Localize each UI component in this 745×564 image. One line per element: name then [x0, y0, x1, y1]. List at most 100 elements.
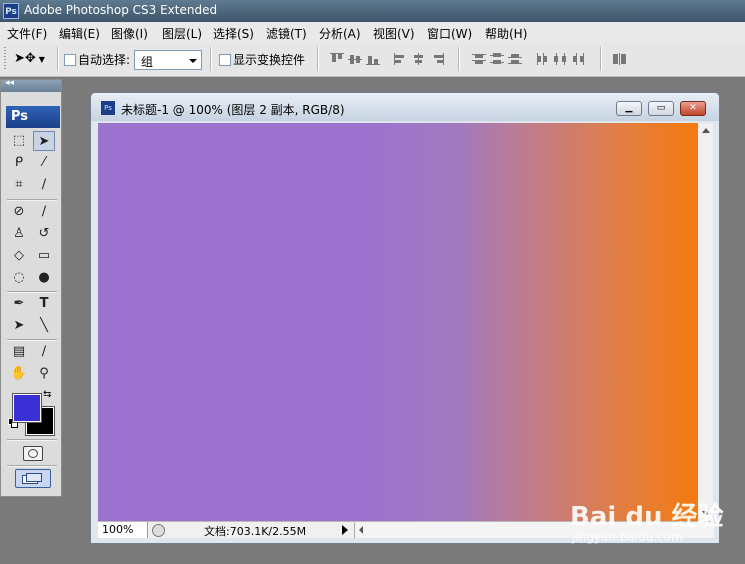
align-top-edges-icon[interactable]	[330, 53, 344, 65]
dodge-tool-icon[interactable]: ●	[33, 268, 55, 288]
clone-stamp-tool-icon[interactable]: ♙	[8, 224, 30, 244]
auto-align-layers-icon[interactable]	[612, 53, 626, 65]
tools-panel-header[interactable]: ◂◂	[1, 78, 61, 92]
menu-select[interactable]: 选择(S)	[213, 25, 254, 42]
close-icon: ✕	[689, 103, 697, 113]
zoom-level-field[interactable]: 100%	[98, 522, 148, 538]
align-bottom-edges-icon[interactable]	[366, 53, 380, 65]
menu-analysis[interactable]: 分析(A)	[319, 25, 361, 42]
distribute-vertical-centers-icon[interactable]	[490, 53, 504, 65]
scroll-up-icon[interactable]	[702, 128, 710, 133]
auto-select-value: 组	[141, 55, 154, 69]
healing-brush-tool-icon[interactable]: ⊘	[8, 202, 30, 222]
show-transform-label: 显示变换控件	[233, 53, 306, 67]
menu-window[interactable]: 窗口(W)	[427, 25, 472, 42]
show-transform-checkbox[interactable]	[219, 54, 231, 66]
align-left-edges-icon[interactable]	[394, 53, 408, 65]
tool-divider	[7, 199, 57, 201]
minimize-button[interactable]: ▁	[616, 101, 642, 116]
gradient-tool-icon[interactable]: ▭	[33, 246, 55, 266]
tool-preset-picker[interactable]: ➤✥ ▼	[14, 49, 52, 69]
menu-bar: 文件(F) 编辑(E) 图像(I) 图层(L) 选择(S) 滤镜(T) 分析(A…	[0, 22, 745, 43]
tool-divider	[7, 439, 57, 441]
align-right-edges-icon[interactable]	[430, 53, 444, 65]
status-info-icon[interactable]	[152, 524, 165, 537]
maximize-icon: ▭	[656, 103, 666, 113]
separator	[57, 47, 59, 71]
history-brush-tool-icon[interactable]: ↺	[33, 224, 55, 244]
separator	[210, 47, 212, 71]
path-selection-tool-icon[interactable]: ➤	[8, 316, 30, 336]
app-title-bar: Ps Adobe Photoshop CS3 Extended	[0, 0, 745, 22]
document-title-bar[interactable]: Ps 未标题-1 @ 100% (图层 2 副本, RGB/8) ▁ ▭ ✕	[91, 93, 719, 121]
menu-image[interactable]: 图像(I)	[111, 25, 148, 42]
separator	[458, 47, 460, 71]
watermark-brand: Bai du 经验	[570, 502, 724, 532]
brush-tool-icon[interactable]: ∕	[33, 202, 55, 222]
menu-layer[interactable]: 图层(L)	[162, 25, 202, 42]
crop-tool-icon[interactable]: ⌗	[8, 175, 30, 195]
align-vertical-centers-icon[interactable]	[348, 53, 362, 65]
pen-tool-icon[interactable]: ✒	[8, 294, 30, 314]
options-bar-grip[interactable]	[4, 47, 6, 71]
auto-select-checkbox[interactable]	[64, 54, 76, 66]
document-title: 未标题-1 @ 100% (图层 2 副本, RGB/8)	[121, 103, 345, 117]
menu-filter[interactable]: 滤镜(T)	[266, 25, 307, 42]
photoshop-app-icon[interactable]: Ps	[3, 3, 19, 19]
vertical-scrollbar[interactable]	[698, 123, 713, 521]
document-icon: Ps	[101, 101, 115, 115]
tool-divider	[7, 291, 57, 293]
separator	[600, 47, 602, 71]
separator	[317, 47, 319, 71]
distribute-bottom-edges-icon[interactable]	[508, 53, 522, 65]
type-tool-icon[interactable]: T	[33, 294, 55, 314]
tools-panel: ◂◂ Ps ⬚ ➤ ᑭ ⁄ ⌗ ∕ ⊘ ∕ ♙ ↺ ◇ ▭ ◌ ● ✒ T ➤ …	[0, 78, 62, 497]
magic-wand-tool-icon[interactable]: ⁄	[33, 153, 55, 173]
watermark-site: jingyan.baidu.com	[572, 530, 683, 544]
eyedropper-tool-icon[interactable]: ∕	[33, 342, 55, 362]
menu-file[interactable]: 文件(F)	[7, 25, 47, 42]
image-canvas[interactable]	[98, 123, 698, 521]
document-window: Ps 未标题-1 @ 100% (图层 2 副本, RGB/8) ▁ ▭ ✕ 1…	[90, 92, 720, 544]
marquee-tool-icon[interactable]: ⬚	[8, 131, 30, 151]
options-bar: ➤✥ ▼ 自动选择: 组 显示变换控件	[0, 42, 745, 77]
photoshop-logo[interactable]: Ps	[6, 106, 60, 128]
auto-select-label: 自动选择:	[78, 53, 131, 67]
quick-mask-icon[interactable]	[23, 446, 43, 461]
move-tool-icon[interactable]: ➤	[33, 131, 55, 151]
distribute-horizontal-centers-icon[interactable]	[554, 53, 568, 65]
menu-edit[interactable]: 编辑(E)	[59, 25, 100, 42]
swap-colors-icon[interactable]: ⇆	[43, 389, 51, 400]
maximize-button[interactable]: ▭	[648, 101, 674, 116]
notes-tool-icon[interactable]: ▤	[8, 342, 30, 362]
zoom-tool-icon[interactable]: ⚲	[33, 364, 55, 384]
status-menu-arrow-icon[interactable]	[342, 525, 348, 535]
distribute-top-edges-icon[interactable]	[472, 53, 486, 65]
line-tool-icon[interactable]: ╲	[33, 316, 55, 336]
lasso-tool-icon[interactable]: ᑭ	[8, 153, 30, 173]
dropdown-arrow-icon	[189, 59, 197, 63]
tool-divider	[7, 339, 57, 341]
blur-tool-icon[interactable]: ◌	[8, 268, 30, 288]
chevron-down-icon: ▼	[38, 55, 45, 64]
distribute-right-edges-icon[interactable]	[572, 53, 586, 65]
collapse-icon[interactable]: ◂◂	[5, 78, 14, 88]
close-button[interactable]: ✕	[680, 101, 706, 116]
hand-tool-icon[interactable]: ✋	[8, 364, 30, 384]
document-size-info: 文档:703.1K/2.55M	[204, 525, 307, 538]
auto-select-dropdown[interactable]: 组	[134, 50, 202, 70]
menu-view[interactable]: 视图(V)	[373, 25, 415, 42]
scroll-left-icon[interactable]	[359, 526, 363, 534]
align-horizontal-centers-icon[interactable]	[412, 53, 426, 65]
foreground-color-swatch[interactable]	[12, 393, 42, 423]
baidu-jingyan-watermark: Bai du 经验 jingyan.baidu.com	[570, 488, 740, 558]
slice-tool-icon[interactable]: ∕	[33, 175, 55, 195]
screen-mode-icon[interactable]	[15, 469, 51, 488]
move-tool-icon: ➤✥	[14, 51, 36, 66]
eraser-tool-icon[interactable]: ◇	[8, 246, 30, 266]
menu-help[interactable]: 帮助(H)	[485, 25, 527, 42]
minimize-icon: ▁	[625, 103, 633, 113]
app-title: Adobe Photoshop CS3 Extended	[24, 3, 218, 17]
tool-divider	[7, 465, 57, 467]
distribute-left-edges-icon[interactable]	[536, 53, 550, 65]
